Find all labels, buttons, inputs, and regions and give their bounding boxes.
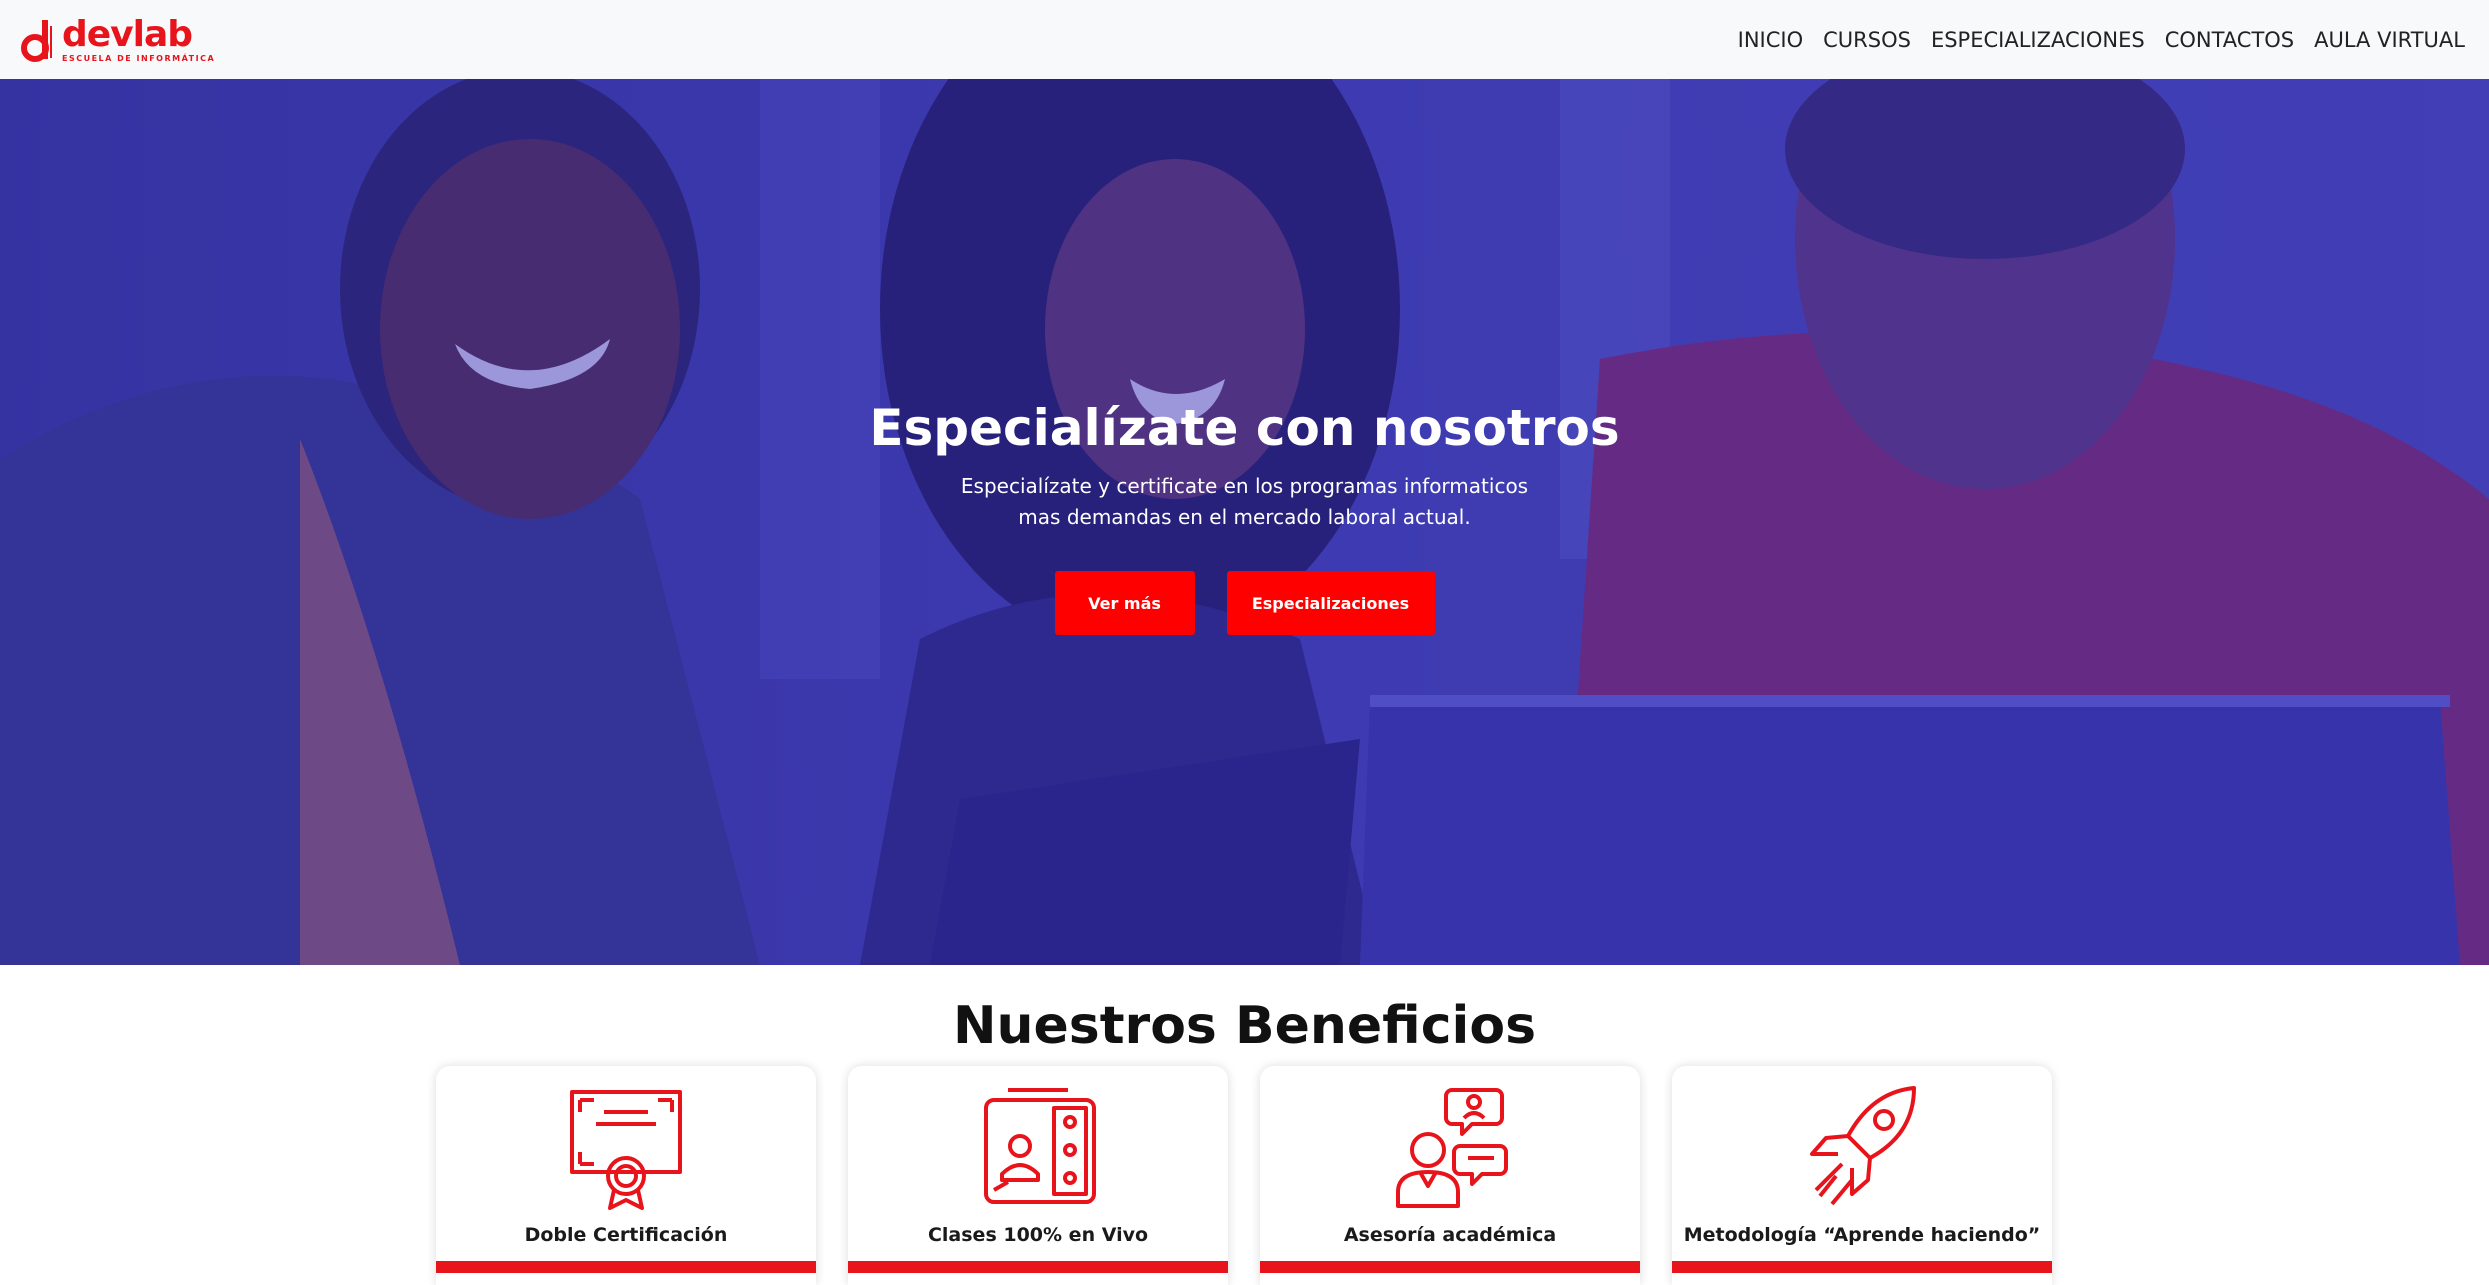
brand-name: devlab [62,13,193,55]
nav-inicio[interactable]: INICIO [1738,28,1803,52]
benefit-card-accent-bar [848,1261,1228,1273]
benefit-card-accent-bar [1672,1261,2052,1273]
advisor-icon [1396,1088,1508,1208]
benefit-label: Asesoría académica [1343,1224,1557,1246]
benefit-card-methodology: Metodología “Aprende haciendo” [1672,1066,2052,1285]
brand-tagline: ESCUELA DE INFORMÁTICA [62,53,216,63]
nav-especializaciones[interactable]: ESPECIALIZACIONES [1931,28,2145,52]
especializaciones-button[interactable]: Especializaciones [1226,571,1435,635]
benefits-cards: Doble Certificación Clases 100% en Vivo [436,1066,2052,1285]
benefit-label: Doble Certificación [524,1224,728,1246]
hero-subtitle-line2: mas demandas en el mercado laboral actua… [1018,505,1471,529]
hero-subtitle-line1: Especialízate y certificate en los progr… [960,474,1529,498]
nav-contactos[interactable]: CONTACTOS [2165,28,2294,52]
video-class-icon [984,1088,1096,1204]
devlab-logo-icon [21,19,52,62]
hero-title: Especialízate con nosotros [869,399,1620,457]
hero-banner: Especialízate con nosotros Especialízate… [0,79,2489,965]
ver-mas-button[interactable]: Ver más [1054,571,1195,635]
site-header: devlab ESCUELA DE INFORMÁTICA INICIO CUR… [0,0,2489,79]
benefit-card-accent-bar [436,1261,816,1273]
hero-buttons: Ver más Especializaciones [0,571,2489,635]
benefits-title: Nuestros Beneficios [952,996,1537,1056]
hero-subtitle: Especialízate y certificate en los progr… [0,471,2489,533]
rocket-icon [1810,1086,1916,1206]
nav-aula-virtual[interactable]: AULA VIRTUAL [2314,28,2465,52]
certificate-icon [570,1090,682,1210]
benefit-label: Metodología “Aprende haciendo” [1683,1224,2041,1246]
hero-content: Especialízate con nosotros Especialízate… [0,399,2489,635]
benefit-card-certification: Doble Certificación [436,1066,816,1285]
nav-cursos[interactable]: CURSOS [1823,28,1911,52]
benefit-card-accent-bar [1260,1261,1640,1273]
main-nav: INICIO CURSOS ESPECIALIZACIONES CONTACTO… [1738,28,2465,52]
benefit-card-advisory: Asesoría académica [1260,1066,1640,1285]
benefit-label: Clases 100% en Vivo [927,1224,1149,1246]
benefit-card-live-classes: Clases 100% en Vivo [848,1066,1228,1285]
brand-logo[interactable]: devlab ESCUELA DE INFORMÁTICA [20,16,215,64]
